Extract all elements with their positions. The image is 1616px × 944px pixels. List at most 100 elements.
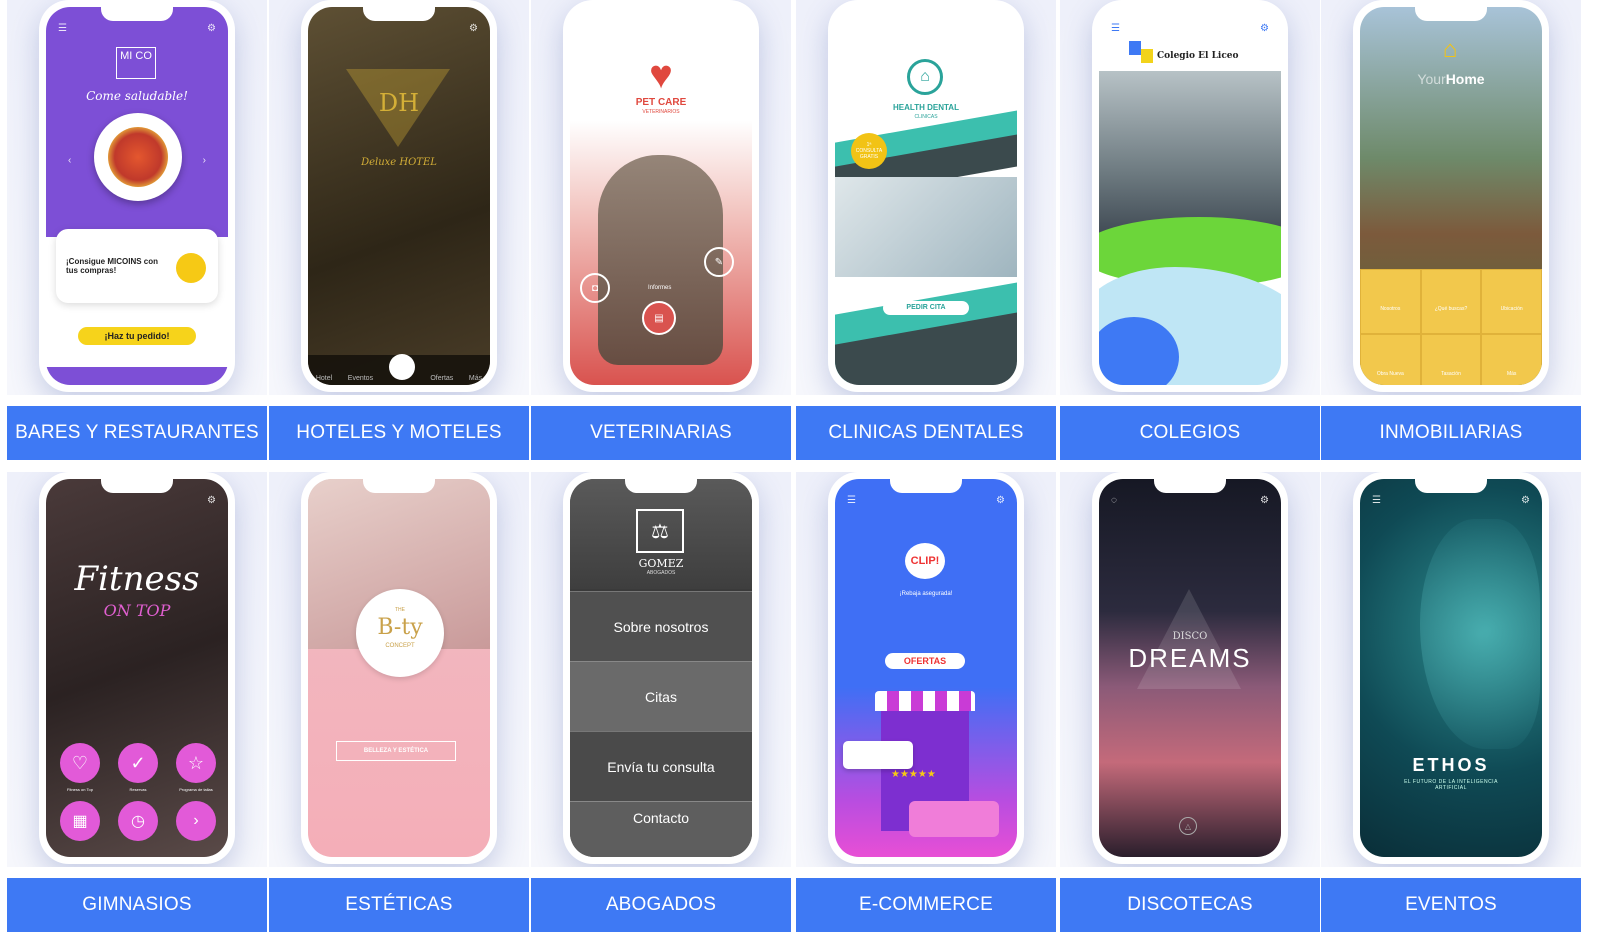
phone-mockup: ⚖ GOMEZ ABOGADOS Sobre nosotros Citas En… [531,472,791,867]
credit-card-icon [909,801,999,837]
beauty-button[interactable]: BELLEZA Y ESTÉTICA [336,741,456,761]
tooth-icon: ⌂ [907,59,943,95]
syringe-icon[interactable]: ✎ [704,247,734,277]
face-network-image [1420,519,1540,749]
bell-icon[interactable] [388,354,415,380]
gear-icon[interactable]: ⚙ [1260,495,1269,506]
category-label[interactable]: ESTÉTICAS [269,878,529,932]
calendar-icon[interactable]: ▦ [60,801,100,841]
phone-mockup: ☰ ⚙ CLIP! ¡Rebaja asegurada! OFERTAS ★★★… [796,472,1056,867]
gear-icon[interactable]: ⚙ [996,495,1005,506]
gear-icon[interactable]: ⚙ [207,23,216,34]
arrow-right-icon[interactable]: › [176,801,216,841]
check-icon[interactable]: ✓ [118,743,158,783]
chevron-right-icon[interactable]: › [203,155,206,166]
clock-icon[interactable]: ◷ [118,801,158,841]
tab-hotel[interactable]: Hotel [316,375,332,382]
brand-logo: B-ty [377,615,423,640]
category-label[interactable]: CLINICAS DENTALES [796,406,1056,460]
category-label[interactable]: DISCOTECAS [1060,878,1320,932]
camera-icon[interactable]: ◘ [580,273,610,303]
phone-mockup: ◌ ⚙ DISCO DREAMS △ [1060,472,1320,867]
star-icon: ★★★★★ [891,769,936,780]
tab-ofertas[interactable]: Ofertas [430,375,453,382]
brand-logo: HEALTH DENTAL [893,103,959,112]
brand-subtitle: Deluxe HOTEL [361,157,437,168]
tile-nosotros[interactable]: Nosotros [1360,269,1421,334]
category-label[interactable]: GIMNASIOS [7,878,267,932]
menu-icon[interactable]: ☰ [1372,495,1381,506]
tile-label: Programa de tallas [179,787,213,792]
brand-light: Your [1417,71,1446,87]
menu-item-citas[interactable]: Citas [570,661,752,731]
offers-button[interactable]: OFERTAS [885,653,965,669]
brand-logo: MI CO [116,47,156,79]
category-label[interactable]: INMOBILIARIAS [1321,406,1581,460]
tile-buscar[interactable]: ¿Qué buscas? [1420,269,1482,334]
brand-subtitle: ¡Rebaja asegurada! [899,591,953,597]
tile-label: Fitness on Top [67,787,93,792]
tab-mas[interactable]: Más [469,375,482,382]
category-label[interactable]: COLEGIOS [1060,406,1320,460]
menu-icon[interactable]: ☰ [847,495,856,506]
tile-tasacion[interactable]: Tasación [1420,334,1482,385]
free-consult-badge: 1ª CONSULTA GRATIS [851,133,887,169]
gear-icon[interactable]: ⚙ [1521,495,1530,506]
category-label[interactable]: EVENTOS [1321,878,1581,932]
clinic-photo [835,177,1017,277]
star-icon[interactable]: ☆ [176,743,216,783]
menu-item-consulta[interactable]: Envía tu consulta [570,731,752,801]
tile-obra-nueva[interactable]: Obra Nueva [1360,334,1421,385]
promo-title: ¡Consigue MICOINS con tus compras! [66,257,158,275]
user-icon[interactable]: ◌ [1111,495,1117,506]
menu-item-sobre-nosotros[interactable]: Sobre nosotros [570,591,752,661]
phone-mockup: ⚙ DH Deluxe HOTEL Hotel Eventos Ofertas … [269,0,529,395]
store-icon [875,691,975,711]
review-card [843,741,913,769]
menu-icon[interactable]: ☰ [58,23,67,34]
brand-logo: CLIP! [905,543,945,579]
chevron-left-icon[interactable]: ‹ [68,155,71,166]
category-label[interactable]: BARES Y RESTAURANTES [7,406,267,460]
tile-grid: Nosotros ¿Qué buscas? Ubicación Obra Nue… [1360,269,1542,385]
phone-mockup: ⌂ HEALTH DENTAL CLINICAS 1ª CONSULTA GRA… [796,0,1056,395]
logo-mark-icon[interactable]: △ [1179,817,1197,835]
category-label[interactable]: VETERINARIAS [531,406,791,460]
category-label[interactable]: HOTELES Y MOTELES [269,406,529,460]
tab-bar: Hotel Eventos Ofertas Más [308,354,490,385]
gear-icon[interactable]: ⚙ [1260,23,1269,34]
brand-bold: Home [1445,71,1485,87]
app-showcase-grid: ☰ ⚙ MI CO Come saludable! ‹ › ¡Consigue … [0,0,1616,944]
students-photo [1099,71,1281,241]
brand-top: DISCO [1172,631,1208,642]
phone-mockup: ♥ PET CARE VETERINARIOS ◘ ✎ ▤ Informes [531,0,791,395]
report-label: Informes [648,285,672,291]
brand-logo: Fitness [74,559,200,599]
order-button[interactable]: ¡Haz tu pedido! [78,327,196,345]
tile-ubicacion[interactable]: Ubicación [1481,269,1542,334]
category-label[interactable]: E-COMMERCE [796,878,1056,932]
category-label[interactable]: ABOGADOS [531,878,791,932]
scale-icon: ⚖ [636,509,684,553]
gear-icon[interactable]: ⚙ [469,23,478,34]
brand-logo: PET CARE [635,97,687,108]
phone-mockup: ☰ ⚙ ETHOS EL FUTURO DE LA INTELIGENCIA A… [1321,472,1581,867]
gear-icon[interactable]: ⚙ [207,495,216,506]
brand-subtitle: ABOGADOS [646,570,676,576]
brand-circle: THE B-ty CONCEPT [356,589,444,677]
phone-mockup: ⌂ YourHome Nosotros ¿Qué buscas? Ubicaci… [1321,0,1581,395]
book-appointment-button[interactable]: PEDIR CITA [883,301,969,315]
brand-logo: Colegio El Liceo [1157,51,1239,61]
tile-mas[interactable]: Más [1481,334,1542,385]
phone-mockup: THE B-ty CONCEPT BELLEZA Y ESTÉTICA [269,472,529,867]
heart-icon: ♥ [649,52,673,97]
heart-icon[interactable]: ♡ [60,743,100,783]
report-icon[interactable]: ▤ [642,301,676,335]
brand-subtitle: CONCEPT [385,643,415,649]
menu-item-contacto[interactable]: Contacto [570,801,752,857]
promo-card[interactable]: ¡Consigue MICOINS con tus compras! [56,229,218,303]
phone-mockup: ⚙ Fitness ON TOP ♡ ✓ ☆ Fitness on Top Re… [7,472,267,867]
menu-icon[interactable]: ☰ [1111,23,1120,34]
tab-eventos[interactable]: Eventos [348,375,373,382]
brand-logo: DREAMS [1128,643,1252,673]
